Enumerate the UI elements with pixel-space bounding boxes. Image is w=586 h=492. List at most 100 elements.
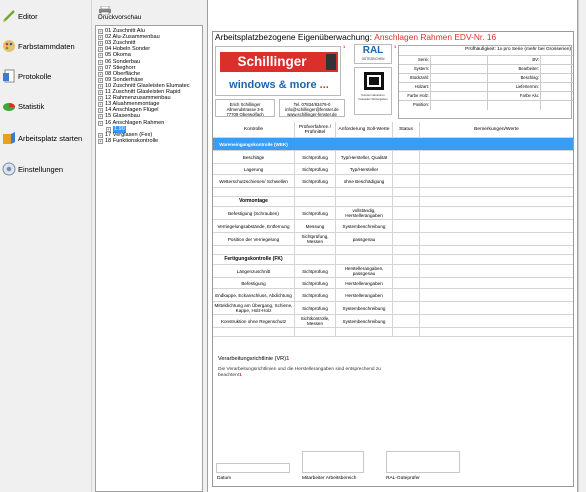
protocol-icon (2, 69, 16, 83)
remarks-cell[interactable] (420, 328, 573, 336)
table-row[interactable]: Befestigung (Schrauben) Sichtprüfung volls… (213, 207, 573, 220)
table-cell: Sichtprüfung (295, 265, 336, 277)
table-cell: Verriegelungsabstände, Entfernung (213, 220, 295, 232)
expand-icon[interactable]: + (98, 120, 103, 126)
status-cell[interactable] (393, 188, 420, 196)
status-cell[interactable] (393, 175, 420, 187)
remarks-cell[interactable] (420, 233, 573, 245)
status-cell[interactable] (393, 328, 420, 336)
ral-text: RAL (362, 45, 384, 56)
date-label: Datum (217, 476, 232, 481)
status-cell[interactable] (393, 233, 420, 245)
nav-item-statistik[interactable]: Statistik (2, 96, 90, 116)
guideline-text: Die Verarbeitungsrichtlinien und die Her… (218, 367, 388, 379)
worker-label: Mitarbeiter Arbeitsbereich (302, 476, 357, 481)
table-cell: Sichtprüfung (295, 278, 336, 288)
table-row[interactable] (213, 328, 573, 337)
table-cell (336, 328, 393, 336)
tree-node[interactable]: +18 Funktionskontrolle (98, 138, 158, 145)
table-cell (336, 138, 393, 150)
nav-item-farbstammdaten[interactable]: Farbstammdaten (2, 36, 90, 56)
status-cell[interactable] (393, 255, 420, 264)
remarks-cell[interactable] (420, 220, 573, 232)
table-row[interactable]: Konstruktion ohne Regenschutz Sichtkontro… (213, 315, 573, 328)
table-cell: Sichtprüfung (295, 175, 336, 187)
status-cell[interactable] (393, 315, 420, 327)
quality-mark-logo: Fenster Haustüren Fassaden Wintergärten (354, 67, 392, 115)
ral-logo: RAL GÜTEZEICHEN (354, 44, 392, 64)
table-cell: Vormontage (213, 197, 295, 206)
remarks-cell[interactable] (420, 255, 573, 264)
table-row[interactable]: Endkappe, Eckanschluss, Abdichtung Sichtp… (213, 289, 573, 302)
table-cell: Typ/Hersteller, Qualität (336, 151, 393, 163)
table-cell: Sichtprüfung (295, 302, 336, 314)
table-cell (295, 255, 336, 264)
remarks-cell[interactable] (420, 175, 573, 187)
table-section-row[interactable]: Fertigungskontrolle (FK) (213, 255, 573, 265)
status-cell[interactable] (393, 265, 420, 277)
company-address: Erich Schillinger Allmendstrasse 3-5 777… (215, 99, 275, 117)
status-cell[interactable] (393, 302, 420, 314)
remarks-cell[interactable] (420, 164, 573, 174)
remarks-cell[interactable] (420, 265, 573, 277)
remarks-cell[interactable] (420, 138, 573, 150)
table-row[interactable]: Lagerung Sichtprüfung Typ/Hersteller (213, 164, 573, 175)
workplace-tree[interactable]: +01 Zuschnitt Alu +02 Alu-Zusammenbau +03 … (95, 25, 203, 492)
table-row[interactable]: Verriegelungsabstände, Entfernung Messung… (213, 220, 573, 233)
remarks-cell[interactable] (420, 302, 573, 314)
table-row[interactable]: Beschläge Sichtprüfung Typ/Hersteller, Qua… (213, 151, 573, 164)
workplace-icon (2, 131, 16, 145)
vertical-scrollbar[interactable] (578, 0, 586, 492)
remarks-cell[interactable] (420, 278, 573, 288)
table-row[interactable] (213, 188, 573, 197)
table-cell: Endkappe, Eckanschluss, Abdichtung (213, 289, 295, 301)
logo-slogan-dots: ... (319, 79, 329, 91)
remarks-cell[interactable] (420, 289, 573, 301)
nav-item-protokolle[interactable]: Protokolle (2, 66, 90, 86)
nav-item-editor[interactable]: Editor (2, 6, 90, 26)
document-title: Arbeitsplatzbezogene Eigenüberwachung: A… (215, 32, 496, 42)
date-field[interactable] (216, 463, 290, 473)
table-cell: Mitteldichtung am Übergang, Schiene, Kap… (213, 302, 295, 314)
remarks-cell[interactable] (420, 207, 573, 219)
status-cell[interactable] (393, 220, 420, 232)
app-window: Editor Farbstammdaten Protokolle Statist… (0, 0, 586, 492)
status-cell[interactable] (393, 289, 420, 301)
status-cell[interactable] (393, 138, 420, 150)
status-cell[interactable] (393, 197, 420, 206)
table-row[interactable]: Befestigung Sichtprüfung Herstellerangaben (213, 278, 573, 289)
print-preview-button[interactable]: Druckvorschau (95, 0, 203, 24)
table-row[interactable]: Wetterschutzschienen/ Schwellen Sichtprüf… (213, 175, 573, 188)
status-cell[interactable] (393, 278, 420, 288)
marker-badge: 1 (343, 44, 346, 49)
status-cell[interactable] (393, 207, 420, 219)
info-value-field[interactable] (542, 101, 572, 110)
remarks-cell[interactable] (420, 315, 573, 327)
remarks-cell[interactable] (420, 151, 573, 163)
expand-icon[interactable]: + (98, 138, 103, 144)
table-row[interactable] (213, 246, 573, 255)
quality-mark-caption: Fenster Haustüren Fassaden Wintergärten (358, 93, 388, 101)
worker-signature-field[interactable] (302, 451, 364, 473)
table-row[interactable]: Längenzuschnitt Sichtprüfung Herstellerang… (213, 265, 573, 278)
table-cell: Sichtprüfung (295, 164, 336, 174)
table-row[interactable]: Mitteldichtung am Übergang, Schiene, Kap… (213, 302, 573, 315)
status-cell[interactable] (393, 246, 420, 254)
table-row[interactable]: Position der Verriegelung Sichtprüfung, M… (213, 233, 573, 246)
tree-node-label: 18 Funktionskontrolle (105, 137, 159, 144)
table-section-row[interactable]: Vormontage (213, 197, 573, 207)
table-section-row-selected[interactable]: Wareneingangskontrolle (WEK) (213, 138, 573, 151)
ral-inspector-signature-field[interactable] (386, 451, 460, 473)
status-cell[interactable] (393, 164, 420, 174)
remarks-cell[interactable] (420, 246, 573, 254)
nav-item-einstellungen[interactable]: Einstellungen (2, 159, 90, 179)
column-header: Anforderung Soll-Werte (336, 122, 393, 137)
info-value-field[interactable] (432, 101, 488, 110)
signature-section: Datum Mitarbeiter Arbeitsbereich RAL-Güt… (214, 443, 572, 485)
nav-item-arbeitsplatz-starten[interactable]: Arbeitsplatz starten (2, 128, 90, 148)
remarks-cell[interactable] (420, 197, 573, 206)
inspection-info-table: Prüfhäufigkeit: 1x pro Serie (mehr bei G… (398, 45, 573, 119)
status-cell[interactable] (393, 151, 420, 163)
ral-inspector-label: RAL-Güteprüfer (386, 476, 420, 481)
remarks-cell[interactable] (420, 188, 573, 196)
